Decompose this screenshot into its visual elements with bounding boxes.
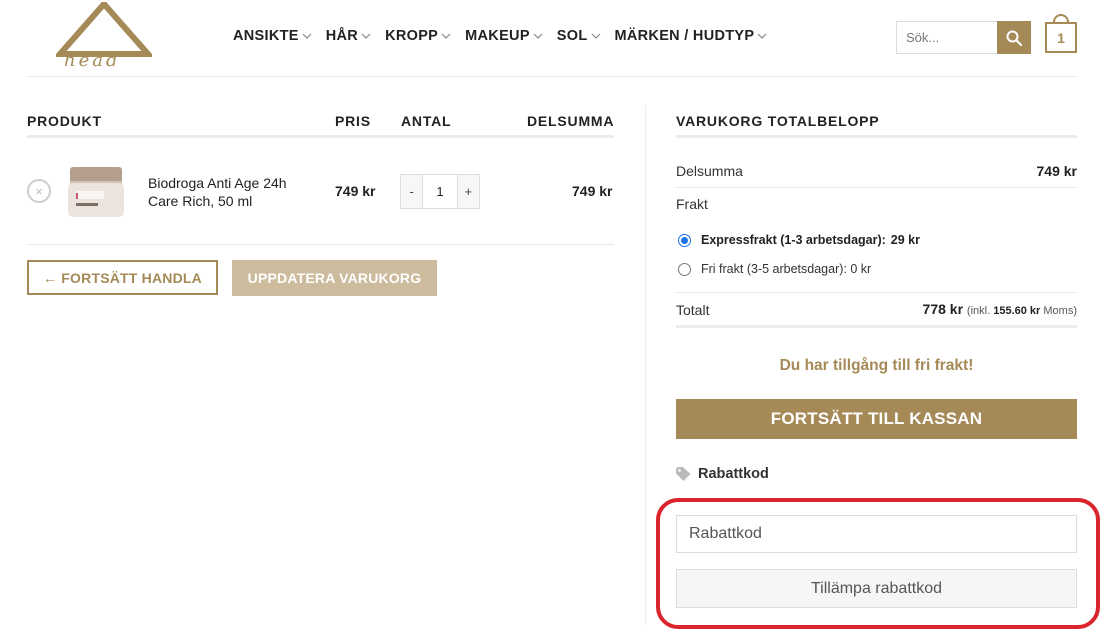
nav-item-makeup[interactable]: MAKEUP [465,28,543,44]
radio-button-selected[interactable] [678,233,691,247]
main-nav: ANSIKTE HÅR KROPP MAKEUP SOL MÄRKEN / HU… [233,28,781,44]
search-button[interactable] [997,21,1031,54]
subtotal-value: 749 kr [1036,163,1077,179]
column-header-subtotal: DELSUMMA [527,113,615,129]
header-divider [27,76,1077,77]
totals-divider [676,325,1077,328]
nav-label: ANSIKTE [233,28,299,44]
total-label: Totalt [676,302,710,318]
totals-divider [676,292,1077,293]
nav-item-sol[interactable]: SOL [557,28,601,44]
shipping-option-free[interactable]: Fri frakt (3-5 arbetsdagar): 0 kr [678,262,871,276]
coupon-heading: Rabattkod [676,466,769,482]
quantity-increase-button[interactable]: + [457,175,479,208]
tag-icon [676,467,691,481]
shipping-option-price: 29 kr [890,233,920,247]
nav-label: HÅR [325,28,359,44]
search-icon [1006,30,1022,46]
nav-item-marken-hudtyp[interactable]: MÄRKEN / HUDTYP [615,28,768,44]
total-amount: 778 kr [922,301,964,317]
product-thumbnail[interactable] [64,165,126,221]
cart-button[interactable]: 1 [1045,22,1077,53]
update-cart-button[interactable]: UPPDATERA VARUKORG [232,260,437,296]
highlight-annotation [656,498,1100,629]
quantity-decrease-button[interactable]: - [401,175,423,208]
coupon-heading-label: Rabattkod [698,466,769,482]
totals-divider [676,187,1077,188]
chevron-down-icon [302,33,312,39]
column-header-price: PRIS [335,113,371,129]
chevron-down-icon [441,33,451,39]
logo-wordmark: head [64,50,121,71]
column-header-quantity: ANTAL [401,113,452,129]
product-name-link[interactable]: Biodroga Anti Age 24h Care Rich, 50 ml [148,174,308,210]
nav-label: MAKEUP [465,28,530,44]
table-header-divider [27,135,614,138]
shipping-option-label: Fri frakt (3-5 arbetsdagar): 0 kr [701,262,872,276]
radio-button[interactable] [678,262,691,276]
shipping-label: Frakt [676,196,708,212]
tax-amount: 155.60 kr [993,305,1041,317]
continue-shopping-button[interactable]: ← FORTSÄTT HANDLA [27,260,218,295]
totals-header-divider [676,135,1077,138]
proceed-to-checkout-button[interactable]: FORTSÄTT TILL KASSAN [676,399,1077,439]
column-divider [645,105,646,625]
search-bar [896,21,1031,54]
site-header: head ANSIKTE HÅR KROPP MAKEUP SOL MÄRKEN… [0,0,1104,77]
total-value: 778 kr (inkl. 155.60 kr Moms) [923,301,1077,317]
item-subtotal: 749 kr [572,183,613,199]
subtotal-label: Delsumma [676,163,743,179]
chevron-down-icon [361,33,371,39]
nav-item-ansikte[interactable]: ANSIKTE [233,28,312,44]
quantity-input[interactable]: 1 [422,175,458,208]
free-shipping-notice: Du har tillgång till fri frakt! [779,357,974,374]
nav-label: SOL [556,28,588,44]
chevron-down-icon [591,33,600,39]
shipping-option-label: Expressfrakt (1-3 arbetsdagar): [701,233,886,247]
chevron-down-icon [533,33,543,39]
totals-title: VARUKORG TOTALBELOPP [676,113,880,129]
row-divider [27,244,614,245]
remove-item-button[interactable]: × [27,179,51,203]
shipping-option-express[interactable]: Expressfrakt (1-3 arbetsdagar): 29 kr [678,233,920,247]
nav-label: KROPP [385,28,439,44]
tax-note: (inkl. 155.60 kr Moms) [967,305,1077,317]
nav-label: MÄRKEN / HUDTYP [614,28,755,44]
tax-prefix: (inkl. [966,305,991,317]
nav-item-kropp[interactable]: KROPP [385,28,451,44]
item-price: 749 kr [335,183,376,199]
nav-item-har[interactable]: HÅR [326,28,371,44]
chevron-down-icon [757,33,767,39]
tax-suffix: Moms) [1043,305,1077,317]
quantity-stepper: - 1 + [400,174,480,209]
search-input[interactable] [896,21,997,54]
column-header-product: PRODUKT [27,113,102,129]
